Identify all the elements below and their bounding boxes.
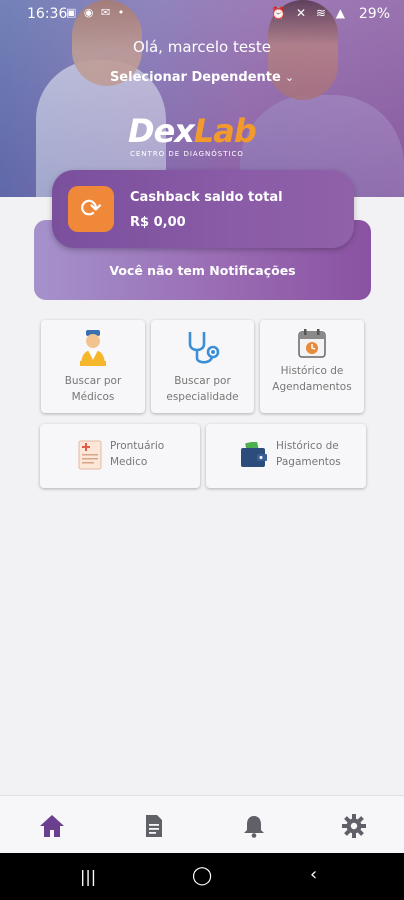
alarm-icon: ⏰ xyxy=(271,6,290,20)
cashback-card[interactable]: ⟳ Cashback saldo total R$ 0,00 xyxy=(52,170,354,248)
cashback-value: R$ 0,00 xyxy=(130,215,186,230)
home-circle-icon[interactable]: ◯ xyxy=(192,865,212,886)
medical-record-button[interactable]: Prontuário Medico xyxy=(40,424,200,488)
recent-apps-icon[interactable]: ||| xyxy=(80,867,96,886)
cashback-label: Cashback saldo total xyxy=(130,190,283,205)
gear-icon[interactable] xyxy=(341,814,367,838)
image-icon: ▣ xyxy=(66,6,79,19)
wifi-icon: ≋ xyxy=(315,6,329,20)
bell-icon[interactable] xyxy=(241,814,267,838)
header-banner: 16:36 ▣ ◉ ✉ • ⏰ ✕ ≋ ▲ 29% Olá, marcelo t… xyxy=(0,0,404,197)
greeting-text: Olá, marcelo teste xyxy=(133,38,271,56)
home-icon[interactable] xyxy=(39,814,65,838)
mute-icon: ✕ xyxy=(295,6,310,20)
status-bar: 16:36 ▣ ◉ ✉ • ⏰ ✕ ≋ ▲ 29% xyxy=(0,0,404,30)
whatsapp-icon: ◉ xyxy=(83,6,96,19)
email-icon: ✉ xyxy=(101,6,113,19)
calendar-icon xyxy=(298,329,326,358)
chevron-down-icon: ⌄ xyxy=(284,71,295,84)
search-doctors-button[interactable]: Buscar por Médicos xyxy=(41,320,145,413)
status-time: 16:36 xyxy=(27,6,68,22)
medical-record-icon xyxy=(78,440,102,470)
dependent-selector-label: Selecionar Dependente xyxy=(109,70,281,85)
logo-tagline: CENTRO DE DIAGNÓSTICO xyxy=(130,150,244,158)
back-icon[interactable]: ‹ xyxy=(310,864,317,885)
bottom-navigation xyxy=(0,795,404,853)
doctor-icon xyxy=(80,330,106,366)
document-icon[interactable] xyxy=(141,814,167,838)
battery-level: 29% xyxy=(358,6,390,22)
wallet-icon xyxy=(241,442,267,467)
notifications-message: Você não tem Notificações xyxy=(109,263,296,278)
appointment-history-button[interactable]: Histórico de Agendamentos xyxy=(260,320,364,413)
refresh-icon: ⟳ xyxy=(68,186,114,232)
system-navigation-bar: ||| ◯ ‹ xyxy=(0,853,404,900)
search-specialty-button[interactable]: Buscar por especialidade xyxy=(151,320,254,413)
dot-icon: • xyxy=(117,6,127,19)
dependent-selector[interactable]: Selecionar Dependente ⌄ xyxy=(0,70,404,85)
system-icons: ⏰ ✕ ≋ ▲ xyxy=(271,6,348,20)
payment-history-button[interactable]: Histórico de Pagamentos xyxy=(206,424,366,488)
dexlab-logo: DexLab CENTRO DE DIAGNÓSTICO xyxy=(128,112,257,158)
signal-icon: ▲ xyxy=(335,6,348,20)
notification-icons: ▣ ◉ ✉ • xyxy=(66,6,126,19)
stethoscope-icon xyxy=(188,332,220,364)
